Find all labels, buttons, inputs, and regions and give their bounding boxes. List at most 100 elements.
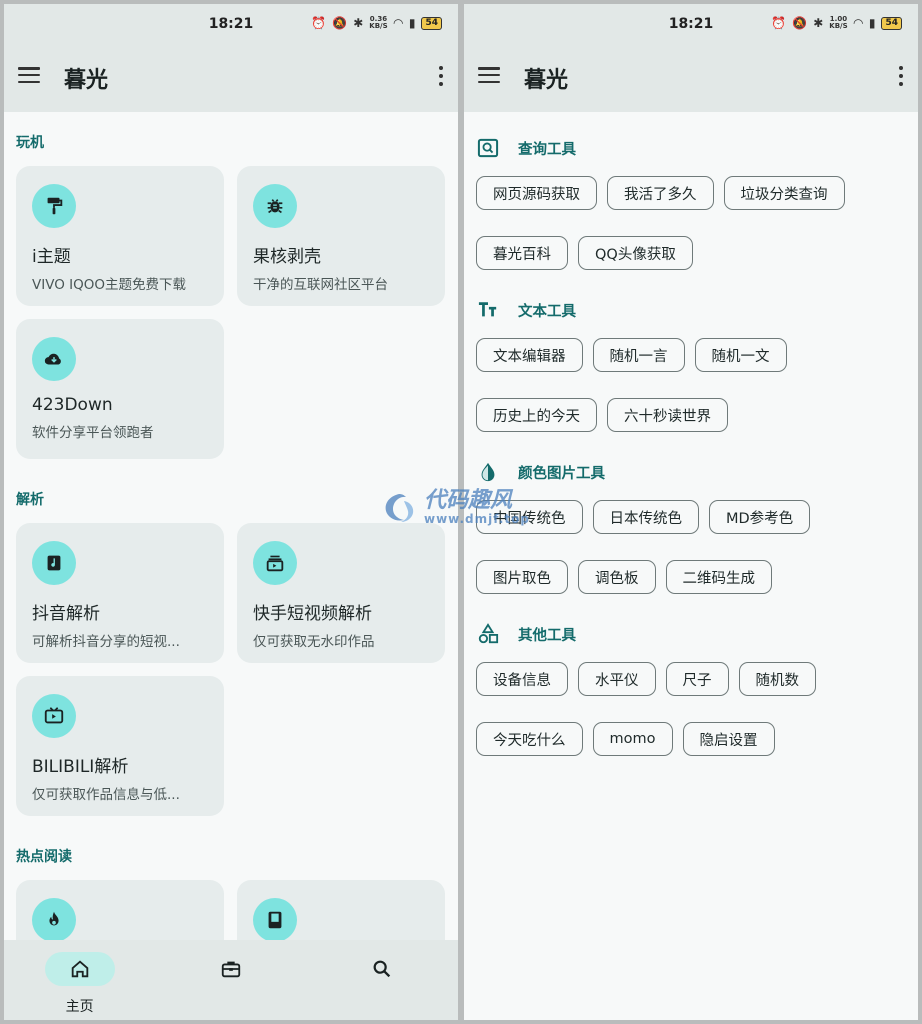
chip-qq-avatar[interactable]: QQ头像获取: [578, 236, 693, 270]
chip-device-info[interactable]: 设备信息: [476, 662, 568, 696]
chip-md-colors[interactable]: MD参考色: [709, 500, 811, 534]
alarm-icon: ⏰: [771, 16, 787, 30]
home-screen: 18:21 ⏰ 🔕 ✱ 0.36 KB/S ◠ ▮ 54 暮光 玩机 i主题 VI…: [4, 4, 458, 1020]
tool-section-header: 颜色图片工具: [476, 458, 906, 486]
chip-row: 历史上的今天 六十秒读世界: [476, 398, 906, 432]
wifi-icon: ◠: [393, 16, 403, 30]
app-bar: 暮光: [464, 42, 918, 112]
menu-icon[interactable]: [18, 67, 40, 83]
wifi-icon: ◠: [853, 16, 863, 30]
chip-ruler[interactable]: 尺子: [665, 662, 729, 696]
music-note-icon: [32, 541, 76, 585]
battery-icon: 54: [421, 16, 442, 30]
card-guohe[interactable]: 果核剥壳 干净的互联网社区平台: [237, 166, 445, 306]
page-title: 暮光: [524, 68, 569, 93]
status-bar: 18:21 ⏰ 🔕 ✱ 0.36 KB/S ◠ ▮ 54: [4, 4, 458, 42]
net-speed: 0.36 KB/S: [369, 15, 388, 30]
chip-row: 文本编辑器 随机一言 随机一文: [476, 338, 906, 372]
chip-random-article[interactable]: 随机一文: [694, 338, 787, 372]
card-i-theme[interactable]: i主题 VIVO IQOO主题免费下载: [16, 166, 224, 306]
nav-label: 主页: [65, 999, 94, 1015]
chip-today-in-history[interactable]: 历史上的今天: [476, 398, 597, 432]
chip-palette[interactable]: 调色板: [578, 560, 656, 594]
card-desc: VIVO IQOO主题免费下载: [32, 277, 186, 293]
chip-chinese-colors[interactable]: 中国传统色: [476, 500, 583, 534]
chip-row: 今天吃什么 momo 隐启设置: [476, 722, 906, 756]
home-content: 玩机 i主题 VIVO IQOO主题免费下载 果核剥壳 干净的互联网社区平台 4…: [4, 132, 458, 960]
chip-japanese-colors[interactable]: 日本传统色: [592, 500, 699, 534]
bluetooth-icon: ✱: [353, 16, 364, 30]
tool-section-title: 其他工具: [518, 627, 576, 644]
chip-hidden-settings[interactable]: 隐启设置: [682, 722, 775, 756]
mute-icon: 🔕: [332, 16, 348, 30]
tool-section-title: 查询工具: [518, 141, 576, 158]
bluetooth-icon: ✱: [813, 16, 824, 30]
nav-toolbox[interactable]: [155, 940, 306, 1020]
chip-random-quote[interactable]: 随机一言: [592, 338, 685, 372]
chip-momo[interactable]: momo: [592, 722, 673, 756]
card-name: i主题: [32, 247, 71, 267]
search-icon: [347, 952, 417, 986]
tool-section-header: 文本工具: [476, 296, 906, 324]
status-icons: ⏰ 🔕 ✱ 1.00 KB/S ◠ ▮ 54: [771, 16, 902, 30]
chip-row: 设备信息 水平仪 尺子 随机数: [476, 662, 906, 696]
card-desc: 干净的互联网社区平台: [253, 277, 388, 293]
chip-level[interactable]: 水平仪: [578, 662, 656, 696]
tool-section-header: 查询工具: [476, 134, 906, 162]
status-icons: ⏰ 🔕 ✱ 0.36 KB/S ◠ ▮ 54: [311, 16, 442, 30]
chip-row: 图片取色 调色板 二维码生成: [476, 560, 906, 594]
tool-section-header: 其他工具: [476, 620, 906, 648]
toolbox-icon: [196, 952, 266, 986]
chip-random-number[interactable]: 随机数: [738, 662, 816, 696]
app-bar: 暮光: [4, 42, 458, 112]
home-icon: [44, 952, 115, 986]
card-name: 果核剥壳: [253, 247, 321, 267]
card-desc: 仅可获取作品信息与低...: [32, 787, 180, 803]
water-drop-icon: [476, 460, 500, 484]
chip-text-editor[interactable]: 文本编辑器: [476, 338, 583, 372]
mute-icon: 🔕: [792, 16, 808, 30]
alarm-icon: ⏰: [311, 16, 327, 30]
cloud-download-icon: [32, 337, 76, 381]
bug-icon: [253, 184, 297, 228]
status-bar: 18:21 ⏰ 🔕 ✱ 1.00 KB/S ◠ ▮ 54: [464, 4, 918, 42]
chip-what-to-eat[interactable]: 今天吃什么: [476, 722, 583, 756]
chip-muguang-wiki[interactable]: 暮光百科: [476, 236, 568, 270]
card-name: 423Down: [32, 395, 113, 415]
shapes-icon: [476, 622, 500, 646]
search-box-icon: [476, 136, 500, 160]
chip-garbage-sort[interactable]: 垃圾分类查询: [723, 176, 845, 210]
more-options-icon[interactable]: [438, 66, 444, 86]
book-icon: [253, 898, 297, 942]
chip-qrcode-generate[interactable]: 二维码生成: [665, 560, 772, 594]
card-grid: i主题 VIVO IQOO主题免费下载 果核剥壳 干净的互联网社区平台 423D…: [16, 166, 446, 459]
section-title: 解析: [16, 492, 44, 508]
tool-section-title: 颜色图片工具: [518, 465, 605, 482]
card-name: 抖音解析: [32, 604, 100, 624]
card-desc: 仅可获取无水印作品: [253, 634, 375, 650]
nav-search[interactable]: [307, 940, 458, 1020]
tv-icon: [32, 694, 76, 738]
page-title: 暮光: [64, 68, 109, 93]
more-options-icon[interactable]: [898, 66, 904, 86]
nav-home[interactable]: 主页: [4, 940, 155, 1020]
bottom-nav: 主页: [4, 940, 458, 1020]
section-title: 热点阅读: [16, 849, 72, 865]
chip-row: 网页源码获取 我活了多久 垃圾分类查询: [476, 176, 906, 210]
card-desc: 可解析抖音分享的短视...: [32, 634, 180, 650]
signal-icon: ▮: [868, 16, 876, 30]
chip-sixty-seconds-news[interactable]: 六十秒读世界: [607, 398, 728, 432]
chip-webpage-source[interactable]: 网页源码获取: [476, 176, 597, 210]
tools-screen: 18:21 ⏰ 🔕 ✱ 1.00 KB/S ◠ ▮ 54 暮光 查询工具 网页源码…: [464, 4, 918, 1020]
menu-icon[interactable]: [478, 67, 500, 83]
card-bilibili-parse[interactable]: BILIBILI解析 仅可获取作品信息与低...: [16, 676, 224, 816]
card-douyin-parse[interactable]: 抖音解析 可解析抖音分享的短视...: [16, 523, 224, 663]
flame-icon: [32, 898, 76, 942]
card-kuaishou-parse[interactable]: 快手短视频解析 仅可获取无水印作品: [237, 523, 445, 663]
section-title: 玩机: [16, 135, 44, 151]
chip-image-color-pick[interactable]: 图片取色: [476, 560, 568, 594]
chip-how-long-lived[interactable]: 我活了多久: [607, 176, 714, 210]
card-423down[interactable]: 423Down 软件分享平台领跑者: [16, 319, 224, 459]
card-name: BILIBILI解析: [32, 757, 129, 777]
card-name: 快手短视频解析: [253, 604, 372, 624]
